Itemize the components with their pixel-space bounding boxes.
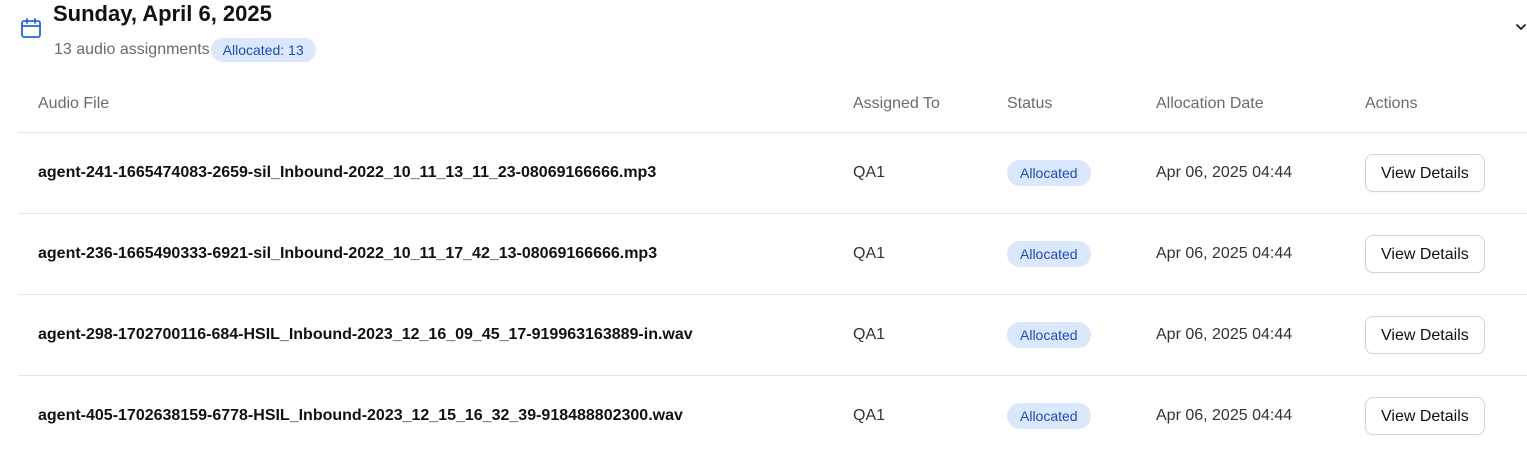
- allocation-date: Apr 06, 2025 04:44: [1156, 407, 1293, 424]
- assigned-to: QA1: [853, 407, 886, 424]
- allocation-date: Apr 06, 2025 04:44: [1156, 164, 1293, 181]
- table-row: agent-241-1665474083-2659-sil_Inbound-20…: [18, 133, 1527, 214]
- status-badge: Allocated: [1007, 403, 1091, 429]
- actions-cell: View Details: [1365, 376, 1485, 456]
- status-badge: Allocated: [1007, 322, 1091, 348]
- table-row: agent-405-1702638159-6778-HSIL_Inbound-2…: [18, 376, 1527, 456]
- table-row: agent-236-1665490333-6921-sil_Inbound-20…: [18, 214, 1527, 295]
- view-details-button[interactable]: View Details: [1365, 397, 1485, 435]
- status-badge: Allocated: [1007, 241, 1091, 267]
- allocated-count-badge: Allocated: 13: [210, 38, 316, 62]
- group-summary: 13 audio assignments Allocated: 13: [54, 37, 316, 63]
- allocation-date: Apr 06, 2025 04:44: [1156, 326, 1293, 343]
- header-audio-file: Audio File: [38, 95, 110, 112]
- assigned-to: QA1: [853, 164, 886, 181]
- date-group-header[interactable]: Sunday, April 6, 2025 13 audio assignmen…: [0, 0, 1527, 80]
- view-details-button[interactable]: View Details: [1365, 154, 1485, 192]
- header-allocation-date: Allocation Date: [1156, 95, 1264, 112]
- header-assigned-to: Assigned To: [853, 95, 940, 112]
- status-cell: Allocated: [1007, 214, 1091, 294]
- assigned-to: QA1: [853, 326, 886, 343]
- status-cell: Allocated: [1007, 376, 1091, 456]
- table-row: agent-298-1702700116-684-HSIL_Inbound-20…: [18, 295, 1527, 376]
- audio-file-name: agent-298-1702700116-684-HSIL_Inbound-20…: [38, 326, 693, 343]
- actions-cell: View Details: [1365, 133, 1485, 213]
- status-cell: Allocated: [1007, 133, 1091, 213]
- chevron-down-icon[interactable]: [1514, 20, 1527, 34]
- view-details-button[interactable]: View Details: [1365, 235, 1485, 273]
- assignments-table: Audio File Assigned To Status Allocation…: [18, 80, 1527, 456]
- view-details-button[interactable]: View Details: [1365, 316, 1485, 354]
- table-header-row: Audio File Assigned To Status Allocation…: [18, 80, 1527, 133]
- allocation-date: Apr 06, 2025 04:44: [1156, 245, 1293, 262]
- calendar-icon: [21, 18, 41, 38]
- status-cell: Allocated: [1007, 295, 1091, 375]
- actions-cell: View Details: [1365, 214, 1485, 294]
- assigned-to: QA1: [853, 245, 886, 262]
- assignment-count: 13 audio assignments: [54, 41, 210, 58]
- audio-file-name: agent-405-1702638159-6778-HSIL_Inbound-2…: [38, 407, 683, 424]
- header-actions: Actions: [1365, 95, 1418, 112]
- actions-cell: View Details: [1365, 295, 1485, 375]
- group-date-title: Sunday, April 6, 2025: [53, 1, 272, 26]
- audio-file-name: agent-241-1665474083-2659-sil_Inbound-20…: [38, 164, 657, 181]
- header-status: Status: [1007, 95, 1053, 112]
- status-badge: Allocated: [1007, 160, 1091, 186]
- audio-file-name: agent-236-1665490333-6921-sil_Inbound-20…: [38, 245, 658, 262]
